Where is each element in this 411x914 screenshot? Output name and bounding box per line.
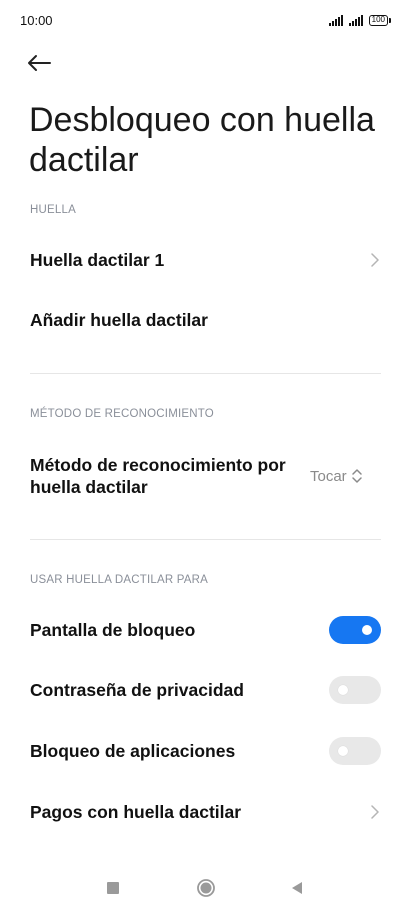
- status-bar: 10:00 100: [0, 0, 411, 40]
- app-lock-label: Bloqueo de aplicaciones: [30, 741, 236, 761]
- back-nav-button[interactable]: [285, 876, 309, 900]
- recent-apps-button[interactable]: [101, 876, 125, 900]
- up-down-chevron-icon: [351, 467, 363, 485]
- section-header-fingerprint: HUELLA: [30, 204, 76, 216]
- battery-level: 100: [371, 15, 385, 24]
- privacy-password-toggle[interactable]: [329, 676, 381, 704]
- back-arrow-icon: [28, 55, 51, 71]
- lock-screen-item[interactable]: Pantalla de bloqueo: [0, 610, 411, 650]
- chevron-right-icon: [369, 804, 381, 820]
- lock-screen-label: Pantalla de bloqueo: [30, 620, 196, 640]
- recognition-method-value: Tocar: [310, 467, 347, 485]
- status-time: 10:00: [20, 12, 53, 28]
- recognition-method-item[interactable]: Método de reconocimiento por huella dact…: [0, 452, 411, 500]
- recognition-method-label: Método de reconocimiento por huella dact…: [30, 455, 286, 497]
- page-title: Desbloqueo con huella dactilar: [29, 101, 375, 179]
- fingerprint-payments-label: Pagos con huella dactilar: [30, 802, 242, 822]
- fingerprint-1-item[interactable]: Huella dactilar 1: [0, 240, 411, 280]
- section-header-recognition: MÉTODO DE RECONOCIMIENTO: [30, 408, 214, 420]
- circle-icon: [197, 879, 215, 897]
- divider: [30, 539, 381, 540]
- fingerprint-payments-item[interactable]: Pagos con huella dactilar: [0, 792, 411, 832]
- triangle-left-icon: [292, 882, 302, 894]
- chevron-right-icon: [369, 252, 381, 268]
- square-icon: [107, 882, 119, 894]
- lock-screen-toggle[interactable]: [329, 616, 381, 644]
- app-lock-item[interactable]: Bloqueo de aplicaciones: [0, 731, 411, 771]
- add-fingerprint-item[interactable]: Añadir huella dactilar: [0, 300, 411, 340]
- navigation-bar: [0, 868, 411, 908]
- privacy-password-item[interactable]: Contraseña de privacidad: [0, 670, 411, 710]
- app-lock-toggle[interactable]: [329, 737, 381, 765]
- fingerprint-1-label: Huella dactilar 1: [30, 250, 165, 270]
- signal-icon-2: [348, 14, 363, 26]
- status-icons: 100: [328, 14, 391, 26]
- battery-icon: 100: [368, 14, 391, 26]
- divider: [30, 373, 381, 374]
- section-header-usage: USAR HUELLA DACTILAR PARA: [30, 574, 208, 586]
- add-fingerprint-label: Añadir huella dactilar: [30, 310, 208, 330]
- back-button[interactable]: [26, 48, 60, 78]
- home-button[interactable]: [194, 876, 218, 900]
- signal-icon: [328, 14, 343, 26]
- privacy-password-label: Contraseña de privacidad: [30, 680, 244, 700]
